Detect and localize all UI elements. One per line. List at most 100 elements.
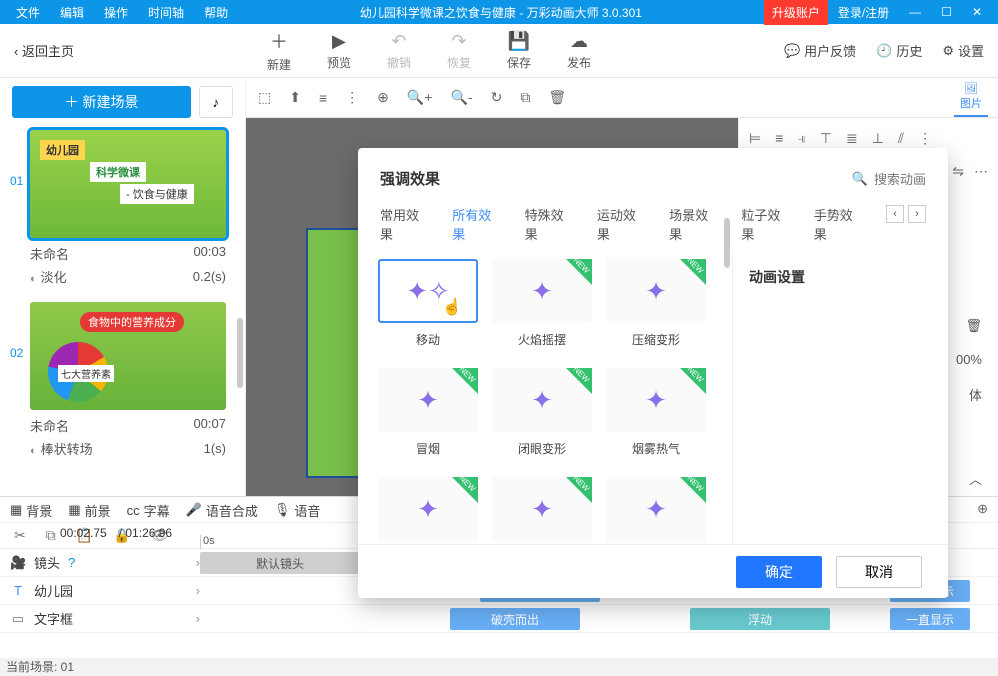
- tab-particle[interactable]: 粒子效果: [741, 205, 791, 243]
- window-minimize[interactable]: —: [899, 5, 931, 19]
- delete-icon[interactable]: 🗑: [548, 89, 566, 106]
- cancel-button[interactable]: 取消: [836, 556, 922, 588]
- tab-common[interactable]: 常用效果: [380, 205, 430, 243]
- tab-background[interactable]: ▦背景: [10, 501, 52, 520]
- effect-icon: ✦: [645, 494, 667, 525]
- help-icon[interactable]: ?: [68, 555, 75, 570]
- effect-icon: ✦: [417, 385, 439, 416]
- align-left-icon[interactable]: ⊨: [749, 130, 761, 147]
- align-middle-icon[interactable]: ≣: [846, 130, 858, 147]
- tab-image[interactable]: 🖼图片: [954, 78, 988, 117]
- distribute-v-icon[interactable]: ⋮: [918, 130, 932, 147]
- search-animation[interactable]: 🔍搜索动画: [852, 169, 926, 188]
- tool-publish[interactable]: ☁发布: [549, 31, 609, 71]
- effect-渐变模糊[interactable]: ✦渐变模糊: [492, 477, 592, 544]
- scrollbar-thumb[interactable]: [237, 318, 243, 388]
- transition-name[interactable]: 棒状转场: [41, 442, 93, 457]
- rotate-icon[interactable]: ↻: [491, 89, 503, 106]
- cc-icon: cc: [127, 503, 140, 518]
- clip-show2[interactable]: 一直显示: [890, 608, 970, 630]
- align-bottom-icon[interactable]: ⊥: [872, 130, 884, 147]
- copy-icon[interactable]: ⧉: [520, 89, 530, 106]
- settings[interactable]: ⚙设置: [942, 41, 984, 60]
- tab-motion[interactable]: 运动效果: [597, 205, 647, 243]
- center-icon[interactable]: ⊕: [377, 89, 389, 106]
- scene-thumbnail[interactable]: 食物中的营养成分 七大营养素: [30, 302, 226, 410]
- back-home[interactable]: ‹ 返回主页: [14, 41, 74, 60]
- window-maximize[interactable]: ☐: [931, 5, 962, 19]
- align-top-icon[interactable]: ⊤: [820, 130, 832, 147]
- scene-duration: 00:07: [193, 416, 226, 435]
- add-track-icon[interactable]: ⊕: [977, 501, 988, 517]
- effect-icon: ✦: [531, 276, 553, 307]
- scene-card[interactable]: 02 食物中的营养成分 七大营养素 未命名00:07 ◐棒状转场1(s): [12, 302, 233, 458]
- feedback[interactable]: 💬用户反馈: [784, 41, 856, 60]
- effect-name: 冒烟: [416, 440, 440, 457]
- window-close[interactable]: ✕: [962, 5, 992, 19]
- new-badge: [566, 368, 592, 394]
- tab-foreground[interactable]: ▦前景: [68, 501, 110, 520]
- tool-redo: ↷恢复: [429, 31, 489, 71]
- align-center-icon[interactable]: ≡: [775, 130, 783, 147]
- effect-冒烟[interactable]: ✦ 冒烟: [378, 368, 478, 457]
- tab-gesture[interactable]: 手势效果: [814, 205, 864, 243]
- clip-float[interactable]: 浮动: [690, 608, 830, 630]
- menu-help[interactable]: 帮助: [194, 4, 238, 21]
- tab-subtitle[interactable]: cc字幕: [127, 501, 170, 520]
- effect-闭眼变形[interactable]: ✦闭眼变形: [492, 368, 592, 457]
- tab-voice[interactable]: 🎙语音: [274, 501, 321, 520]
- nav-prev[interactable]: ‹: [886, 205, 904, 223]
- layer-up-icon[interactable]: ⬆: [289, 89, 301, 106]
- new-scene-button[interactable]: ＋ 新建场景: [12, 86, 191, 118]
- upgrade-account[interactable]: 升级账户: [764, 0, 828, 25]
- menu-action[interactable]: 操作: [94, 4, 138, 21]
- effects-grid: ✦✧☝移动✦火焰摇摆✦压缩变形✦冒烟✦闭眼变形✦烟雾热气✦锚点旋转✦渐变模糊✦二…: [358, 255, 732, 544]
- music-button[interactable]: ♪: [199, 86, 233, 118]
- more-icon[interactable]: ⋯: [974, 163, 988, 180]
- zoom-in-icon[interactable]: 🔍+: [407, 89, 433, 106]
- chevron-up-icon[interactable]: ︿: [969, 469, 982, 488]
- login-register[interactable]: 登录/注册: [828, 4, 899, 21]
- menu-file[interactable]: 文件: [6, 4, 50, 21]
- clip-hatch[interactable]: 破壳而出: [450, 608, 580, 630]
- tab-all[interactable]: 所有效果: [452, 205, 502, 243]
- scene-thumbnail[interactable]: 幼儿园 科学微课 - 饮食与健康: [30, 130, 226, 238]
- effect-烟雾热气[interactable]: ✦烟雾热气: [606, 368, 706, 457]
- transition-name[interactable]: 淡化: [41, 270, 67, 285]
- tl-cut-icon[interactable]: ✂: [14, 527, 26, 544]
- menu-edit[interactable]: 编辑: [50, 4, 94, 21]
- tab-tts[interactable]: 🎤语音合成: [186, 501, 258, 520]
- effect-移动[interactable]: ✦✧☝移动: [378, 259, 478, 348]
- align-icon[interactable]: ≡: [319, 90, 327, 106]
- transition-duration: 0.2(s): [193, 269, 226, 284]
- tab-special[interactable]: 特殊效果: [525, 205, 575, 243]
- align-v-icon[interactable]: ⋮: [345, 89, 359, 106]
- track-label: 幼儿园: [34, 581, 73, 600]
- dialog-scrollbar[interactable]: [724, 218, 730, 268]
- menu-timeline[interactable]: 时间轴: [138, 4, 194, 21]
- flip-h-icon[interactable]: ⇋: [952, 163, 964, 180]
- zoom-out-icon[interactable]: 🔍-: [450, 89, 472, 106]
- tool-new[interactable]: ＋新建: [249, 28, 309, 73]
- align-right-icon[interactable]: ⫣: [797, 130, 805, 147]
- tl-copy-icon[interactable]: ⧉: [46, 527, 56, 544]
- history[interactable]: 🕘历史: [876, 41, 922, 60]
- effect-火焰摇摆[interactable]: ✦火焰摇摆: [492, 259, 592, 348]
- layer-down-icon[interactable]: ⬚: [258, 89, 271, 106]
- ok-button[interactable]: 确定: [736, 556, 822, 588]
- settings-heading: 动画设置: [749, 267, 932, 287]
- scene-card[interactable]: 01 幼儿园 科学微课 - 饮食与健康 未命名00:03 ◐淡化0.2(s): [12, 130, 233, 286]
- tab-scene[interactable]: 场景效果: [669, 205, 719, 243]
- effect-锚点旋转[interactable]: ✦锚点旋转: [378, 477, 478, 544]
- tool-preview[interactable]: ▶预览: [309, 31, 369, 71]
- effect-压缩变形[interactable]: ✦压缩变形: [606, 259, 706, 348]
- effect-icon: ✦: [645, 276, 667, 307]
- trash-icon[interactable]: 🗑: [965, 318, 982, 334]
- nav-next[interactable]: ›: [908, 205, 926, 223]
- tts-icon: 🎤: [186, 502, 202, 518]
- effect-二维码扫描[interactable]: ✦二维码扫描: [606, 477, 706, 544]
- tool-save[interactable]: 💾保存: [489, 31, 549, 71]
- clip-default-camera[interactable]: 默认镜头: [200, 552, 360, 574]
- selected-object[interactable]: [306, 228, 366, 478]
- distribute-h-icon[interactable]: ⫽: [898, 130, 904, 147]
